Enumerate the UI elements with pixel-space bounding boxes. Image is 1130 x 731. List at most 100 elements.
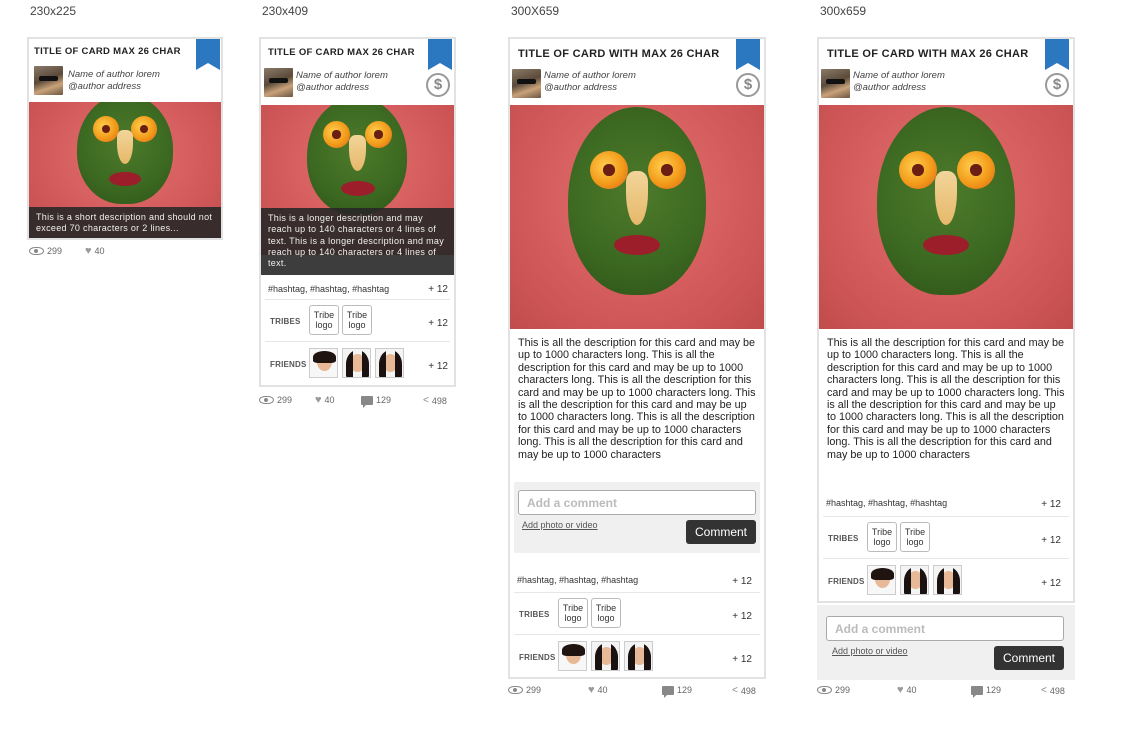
eye-icon <box>259 396 274 404</box>
friends-more[interactable]: + 12 <box>428 361 448 372</box>
author-avatar[interactable] <box>264 68 293 97</box>
hashtags[interactable]: #hashtag, #hashtag, #hashtag <box>826 498 947 508</box>
dollar-icon[interactable]: $ <box>1045 73 1069 97</box>
tribe-logo[interactable]: Tribe logo <box>591 598 621 628</box>
heart-icon[interactable]: ♥ <box>315 394 322 406</box>
hashtags-more[interactable]: + 12 <box>732 576 752 587</box>
bookmark-ribbon-icon[interactable] <box>736 39 760 70</box>
likes-count: 40 <box>324 395 335 405</box>
author-name[interactable]: Name of author lorem <box>544 70 636 82</box>
author-name[interactable]: Name of author lorem <box>853 70 945 82</box>
heart-icon[interactable]: ♥ <box>588 684 595 696</box>
share-icon[interactable]: < <box>732 685 738 696</box>
meta-rows: #hashtag, #hashtag, #hashtag + 12 TRIBES… <box>265 276 450 385</box>
tribe-logo[interactable]: Tribe logo <box>342 305 372 335</box>
friend-avatar[interactable] <box>867 565 896 595</box>
bookmark-ribbon-icon[interactable] <box>428 39 452 70</box>
friend-avatar[interactable] <box>624 641 653 671</box>
hashtags-row: #hashtag, #hashtag, #hashtag + 12 <box>265 276 450 300</box>
tribe-logo[interactable]: Tribe logo <box>558 598 588 628</box>
shares-count: 498 <box>431 395 447 406</box>
views-count: 299 <box>835 685 851 695</box>
heart-icon[interactable]: ♥ <box>897 684 904 696</box>
tribes-row: TRIBES Tribe logo Tribe logo + 12 <box>514 593 760 635</box>
hashtags[interactable]: #hashtag, #hashtag, #hashtag <box>517 575 638 585</box>
tribe-logo[interactable]: Tribe logo <box>900 522 930 552</box>
friends-row: FRIENDS + 12 <box>823 559 1069 601</box>
tribes-more[interactable]: + 12 <box>732 611 752 622</box>
add-photo-video-link[interactable]: Add photo or video <box>832 646 908 656</box>
comment-input[interactable] <box>826 616 1064 641</box>
friend-avatar[interactable] <box>900 565 929 595</box>
card-small[interactable]: TITLE OF CARD MAX 26 CHAR Name of author… <box>27 37 223 240</box>
hashtags[interactable]: #hashtag, #hashtag, #hashtag <box>268 284 389 294</box>
tribes-more[interactable]: + 12 <box>428 318 448 329</box>
comment-icon[interactable] <box>971 685 983 698</box>
dollar-icon[interactable]: $ <box>426 73 450 97</box>
card-large-comment-first[interactable]: TITLE OF CARD WITH MAX 26 CHAR Name of a… <box>508 37 766 679</box>
comment-icon[interactable] <box>662 685 674 698</box>
views-count: 299 <box>277 395 293 405</box>
likes-count: 40 <box>94 246 105 256</box>
heart-icon[interactable]: ♥ <box>85 245 92 257</box>
author-avatar[interactable] <box>512 69 541 98</box>
dollar-icon[interactable]: $ <box>736 73 760 97</box>
friends-label: FRIENDS <box>270 360 307 369</box>
long-description: This is a longer description and may rea… <box>261 208 454 275</box>
comment-icon[interactable] <box>361 395 373 408</box>
meta-rows: #hashtag, #hashtag, #hashtag + 12 TRIBES… <box>823 489 1069 601</box>
card-medium[interactable]: TITLE OF CARD MAX 26 CHAR Name of author… <box>259 37 456 387</box>
comment-composer: Add photo or video Comment <box>817 605 1075 680</box>
friend-avatar[interactable] <box>375 348 404 378</box>
meta-rows: #hashtag, #hashtag, #hashtag + 12 TRIBES… <box>514 567 760 677</box>
friend-avatar[interactable] <box>591 641 620 671</box>
shares-count: 498 <box>1049 685 1065 696</box>
share-icon[interactable]: < <box>423 395 429 406</box>
comment-input[interactable] <box>518 490 756 515</box>
friends-more[interactable]: + 12 <box>1041 578 1061 589</box>
bookmark-ribbon-icon[interactable] <box>196 39 220 70</box>
add-photo-video-link[interactable]: Add photo or video <box>522 520 598 530</box>
tribes-more[interactable]: + 12 <box>1041 535 1061 546</box>
card-title: TITLE OF CARD WITH MAX 26 CHAR <box>827 48 1029 60</box>
hashtags-more[interactable]: + 12 <box>1041 499 1061 510</box>
bookmark-ribbon-icon[interactable] <box>1045 39 1069 70</box>
card-title: TITLE OF CARD WITH MAX 26 CHAR <box>518 48 720 60</box>
friend-avatar[interactable] <box>558 641 587 671</box>
author-name[interactable]: Name of author lorem <box>296 70 388 82</box>
card-image[interactable] <box>510 105 764 329</box>
comment-composer: Add photo or video Comment <box>514 482 760 553</box>
views-count: 299 <box>47 246 63 256</box>
comment-button[interactable]: Comment <box>994 646 1065 670</box>
friends-label: FRIENDS <box>519 653 556 662</box>
views-count: 299 <box>526 685 542 695</box>
hashtags-more[interactable]: + 12 <box>428 284 448 295</box>
author-address[interactable]: @author address <box>296 82 369 94</box>
author-address[interactable]: @author address <box>853 82 926 94</box>
size-label-card-2: 230x409 <box>262 4 309 18</box>
comments-count: 129 <box>986 685 1002 695</box>
card-image[interactable] <box>819 105 1073 329</box>
card-title: TITLE OF CARD MAX 26 CHAR <box>268 47 415 58</box>
author-address[interactable]: @author address <box>68 81 141 93</box>
hashtags-row: #hashtag, #hashtag, #hashtag + 12 <box>823 489 1069 517</box>
share-icon[interactable]: < <box>1041 685 1047 696</box>
shares-count: 498 <box>740 685 756 696</box>
friend-avatar[interactable] <box>309 348 338 378</box>
author-name[interactable]: Name of author lorem <box>68 69 160 81</box>
tribes-label: TRIBES <box>270 317 301 326</box>
friend-avatar[interactable] <box>342 348 371 378</box>
tribe-logo[interactable]: Tribe logo <box>867 522 897 552</box>
card-large-comment-last[interactable]: TITLE OF CARD WITH MAX 26 CHAR Name of a… <box>817 37 1075 603</box>
friend-avatar[interactable] <box>933 565 962 595</box>
comment-button[interactable]: Comment <box>686 520 757 544</box>
hashtags-row: #hashtag, #hashtag, #hashtag + 12 <box>514 567 760 593</box>
comments-count: 129 <box>376 395 392 405</box>
full-description: This is all the description for this car… <box>518 337 756 461</box>
author-avatar[interactable] <box>821 69 850 98</box>
friends-more[interactable]: + 12 <box>732 654 752 665</box>
author-avatar[interactable] <box>34 66 63 95</box>
tribe-logo[interactable]: Tribe logo <box>309 305 339 335</box>
author-address[interactable]: @author address <box>544 82 617 94</box>
likes-count: 40 <box>597 685 608 695</box>
